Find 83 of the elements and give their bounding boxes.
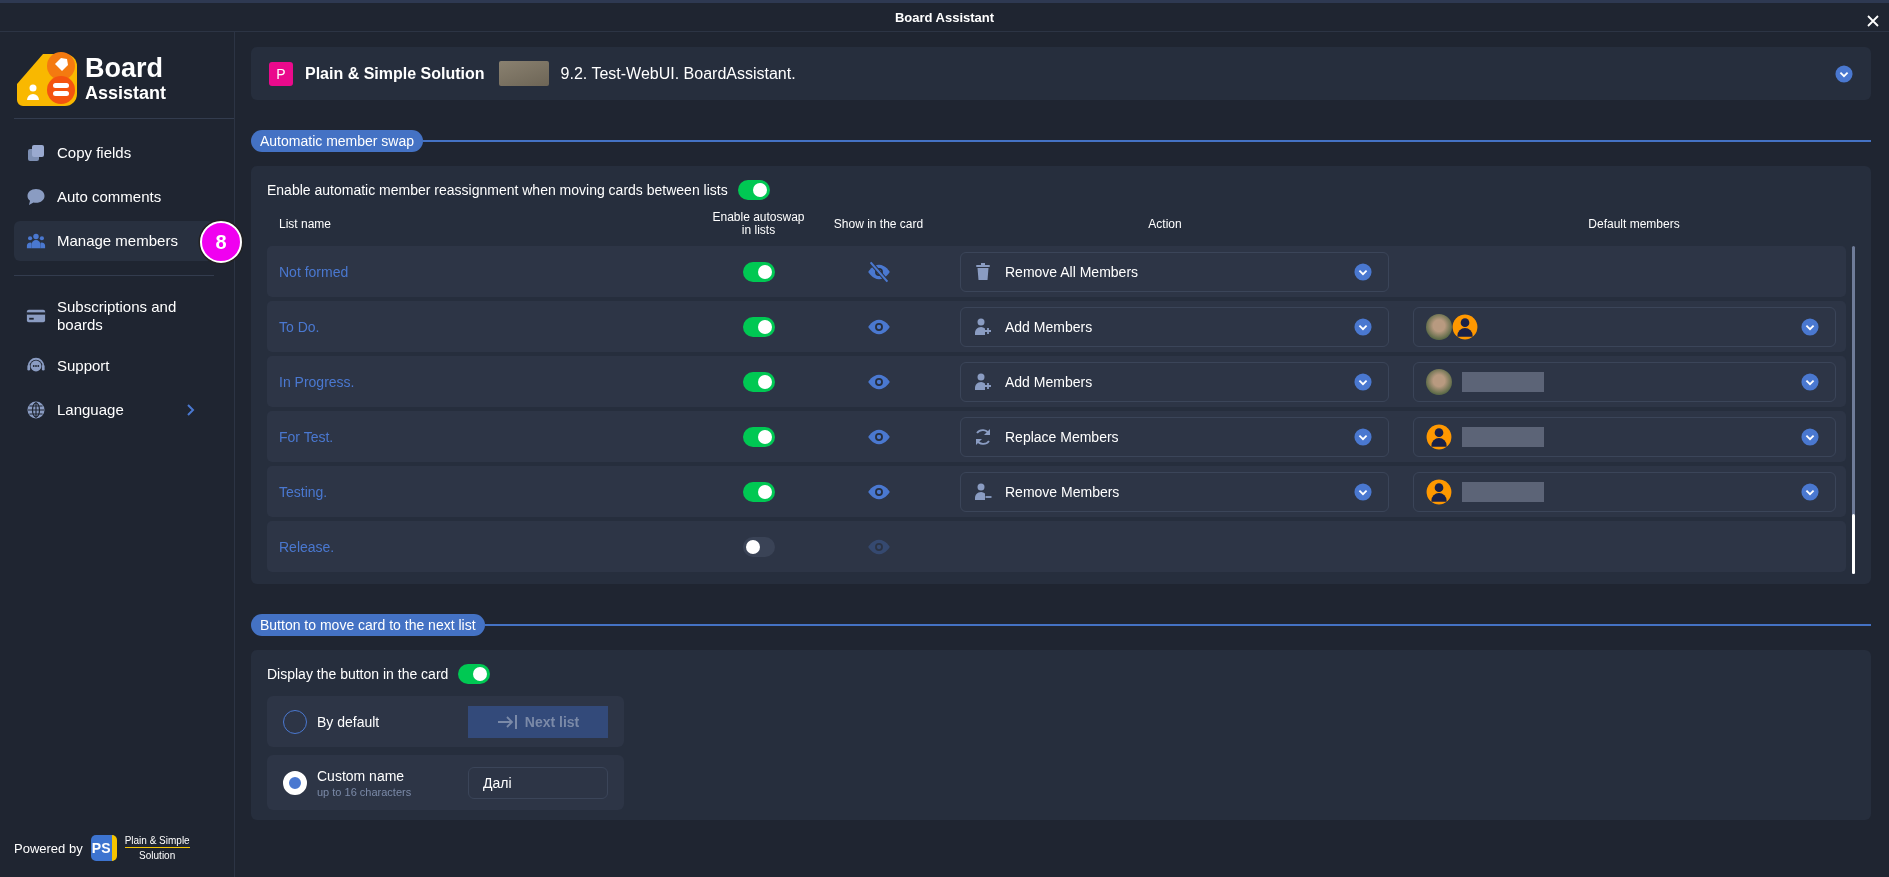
avatar-silhouette-icon xyxy=(1452,313,1478,340)
app-logo-icon xyxy=(17,50,77,106)
chevron-down-icon[interactable] xyxy=(1835,64,1853,83)
list-name: To Do. xyxy=(278,318,320,335)
workspace-badge: P xyxy=(269,61,293,86)
list-name: Not formed xyxy=(278,263,349,280)
chevron-down-icon xyxy=(1354,317,1372,336)
toggle-switch[interactable] xyxy=(742,371,775,392)
trash-icon xyxy=(973,261,993,282)
members-dropdown[interactable] xyxy=(1413,361,1836,402)
cycle-arrows-icon xyxy=(973,426,993,447)
action-dropdown[interactable]: Add Members xyxy=(960,306,1389,347)
avatar-silhouette-icon xyxy=(1426,478,1452,505)
copy-icon xyxy=(26,143,46,163)
list-name: Testing. xyxy=(278,483,328,500)
section-title: Automatic member swap xyxy=(251,130,424,152)
toggle-switch[interactable] xyxy=(742,261,775,282)
board-name: 9.2. Test-WebUI. BoardAssistant. xyxy=(560,64,796,83)
scrollbar[interactable] xyxy=(1852,246,1855,574)
sidebar-item[interactable]: Support xyxy=(14,346,214,386)
window-title: Board Assistant xyxy=(894,9,995,25)
option-label: Custom name xyxy=(317,767,406,784)
person-minus-icon xyxy=(973,481,993,502)
chevron-down-icon xyxy=(1354,372,1372,391)
list-name: Release. xyxy=(278,538,335,555)
toggle-label: Display the button in the card xyxy=(267,666,449,682)
chevron-down-icon xyxy=(1354,482,1372,501)
option-hint: up to 16 characters xyxy=(317,785,413,798)
toggle-switch[interactable] xyxy=(742,316,775,337)
avatar-silhouette-icon xyxy=(1426,423,1452,450)
sidebar-item[interactable]: Auto comments xyxy=(14,177,214,217)
toggle-switch[interactable] xyxy=(458,664,491,684)
action-dropdown[interactable]: Remove Members xyxy=(960,471,1389,512)
company-name-suffix: Solution xyxy=(139,849,176,861)
toggle-switch[interactable] xyxy=(737,180,770,200)
chevron-down-icon xyxy=(1354,427,1372,446)
avatar xyxy=(1426,313,1452,340)
app-subtitle: Assistant xyxy=(85,83,167,102)
list-name: In Progress. xyxy=(278,373,355,390)
sidebar-item[interactable]: Copy fields xyxy=(14,133,214,173)
chevron-down-icon xyxy=(1801,372,1819,391)
members-dropdown[interactable] xyxy=(1413,306,1836,347)
custom-name-field[interactable]: Далі xyxy=(468,766,608,799)
option-label: By default xyxy=(317,713,381,730)
sidebar-item[interactable]: Language xyxy=(14,390,214,430)
column-header: Action xyxy=(1147,217,1183,231)
section-title: Button to move card to the next list xyxy=(251,614,485,636)
person-plus-icon xyxy=(973,371,993,392)
company-logo-mark: PS xyxy=(90,835,117,861)
members-dropdown[interactable] xyxy=(1413,416,1836,457)
chevron-down-icon xyxy=(1801,482,1819,501)
photo-placeholder xyxy=(498,61,549,86)
action-dropdown[interactable]: Remove All Members xyxy=(960,251,1389,292)
column-header: Show in the card xyxy=(832,217,925,231)
powered-by-label: Powered by xyxy=(14,840,83,856)
toggle-switch[interactable] xyxy=(742,481,775,502)
sidebar-item[interactable]: Subscriptions and boards xyxy=(14,290,214,342)
eye-slash-icon[interactable] xyxy=(866,259,891,284)
people-icon xyxy=(26,231,46,251)
action-dropdown[interactable]: Add Members xyxy=(960,361,1389,402)
column-header: Default members xyxy=(1587,217,1681,231)
members-dropdown[interactable] xyxy=(1413,471,1836,512)
chevron-down-icon xyxy=(1801,427,1819,446)
chevron-down-icon xyxy=(1354,262,1372,281)
speech-bubble-icon xyxy=(26,187,46,207)
globe-icon xyxy=(26,400,46,420)
workspace-name: Plain & Simple Solution xyxy=(305,64,485,83)
column-header: Enable autoswap in lists xyxy=(711,210,806,238)
close-icon xyxy=(1867,15,1879,27)
company-name: Plain & Simple xyxy=(124,835,190,848)
toggle-switch[interactable] xyxy=(742,536,775,557)
chevron-right-icon xyxy=(186,403,196,417)
step-badge: 8 xyxy=(200,221,242,263)
app-name: Board xyxy=(85,54,164,82)
chevron-down-icon xyxy=(1801,317,1819,336)
avatar xyxy=(1426,368,1452,395)
person-plus-icon xyxy=(973,316,993,337)
column-header: List name xyxy=(278,217,333,231)
arrow-to-bar-icon xyxy=(496,713,519,730)
toggle-label: Enable automatic member reassignment when moving cards between lists xyxy=(267,182,728,198)
list-name: For Test. xyxy=(278,428,334,445)
toggle-switch[interactable] xyxy=(742,426,775,447)
action-dropdown[interactable]: Replace Members xyxy=(960,416,1389,457)
